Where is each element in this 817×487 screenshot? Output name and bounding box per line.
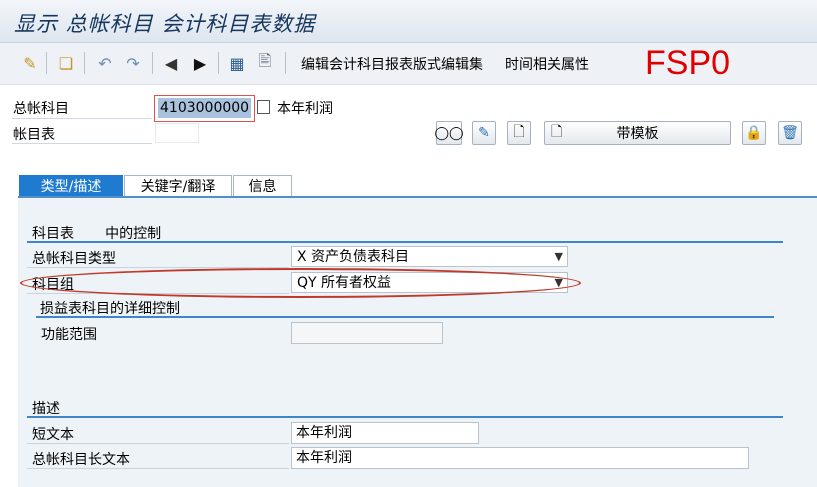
functional-area-label: 功能范围 (41, 327, 97, 343)
tab-type-description[interactable]: 类型/描述 (19, 175, 123, 196)
document-search-icon[interactable]: 🖹 (254, 51, 276, 74)
toolbar-separator (46, 52, 47, 74)
row-divider (27, 468, 289, 469)
row-divider (27, 443, 289, 444)
window-title: 显示 总帐科目 会计科目表数据 (14, 12, 316, 36)
template-document-icon: 🗋 (551, 124, 563, 140)
transaction-code-annotation: FSP0 (645, 44, 731, 82)
section-divider (27, 241, 783, 243)
annotation-oval (20, 268, 581, 298)
toolbar-separator (84, 52, 85, 74)
account-type-value: X 资产负债表科目 (297, 249, 410, 265)
lock-icon[interactable]: 🔒 (742, 121, 766, 145)
section-divider (27, 416, 783, 418)
glasses-icon[interactable]: ◯◯ (434, 121, 464, 145)
long-text-field[interactable]: 本年利润 (291, 447, 749, 469)
toolbar-separator (285, 52, 286, 74)
with-template-button[interactable]: 🗋 带模板 (544, 121, 731, 145)
functional-area-field[interactable] (291, 322, 443, 344)
row-divider (12, 118, 152, 119)
previous-icon[interactable]: ◀ (160, 52, 182, 74)
display-change-icon[interactable]: ✎ (19, 52, 41, 74)
with-template-label: 带模板 (616, 126, 659, 142)
edit-pencil-icon[interactable]: ✎ (472, 121, 496, 145)
short-text-label: 短文本 (32, 427, 74, 443)
copy-icon[interactable] (257, 100, 270, 114)
gl-account-field[interactable]: 4103000000 (158, 98, 251, 118)
gl-account-description: 本年利润 (277, 101, 333, 117)
short-text-field[interactable]: 本年利润 (291, 422, 479, 444)
undo-icon[interactable]: ↶ (94, 52, 116, 74)
create-document-icon[interactable]: 🗋 (507, 121, 531, 145)
chart-of-accounts-label: 帐目表 (13, 127, 55, 143)
edit-set-button[interactable]: 编辑集 (441, 54, 483, 74)
redo-icon[interactable]: ↷ (122, 52, 144, 74)
other-object-icon[interactable]: ❏ (55, 52, 77, 74)
chevron-down-icon: ▼ (554, 250, 563, 263)
description-section-title: 描述 (32, 401, 60, 417)
chart-of-accounts-field[interactable] (155, 123, 199, 143)
display-set-icon[interactable]: ▦ (226, 52, 248, 74)
long-text-label: 总帐科目长文本 (32, 452, 130, 468)
toolbar-separator (218, 52, 219, 74)
control-section-title: 科目表 中的控制 (32, 226, 162, 242)
gl-account-label: 总帐科目 (13, 101, 69, 117)
edit-fs-version-button[interactable]: 编辑会计科目报表版式 (301, 54, 441, 74)
tab-keyword-translation[interactable]: 关键字/翻译 (124, 175, 232, 196)
toolbar-separator (152, 52, 153, 74)
account-type-label: 总帐科目类型 (32, 251, 116, 267)
trash-icon[interactable]: 🗑 (778, 121, 802, 145)
next-icon[interactable]: ▶ (189, 52, 211, 74)
row-divider (12, 143, 152, 144)
account-type-select[interactable]: X 资产负债表科目 ▼ (291, 246, 568, 267)
tab-information[interactable]: 信息 (233, 175, 292, 196)
section-divider (36, 316, 774, 318)
pl-control-section-title: 损益表科目的详细控制 (40, 301, 180, 317)
time-dependent-attributes-button[interactable]: 时间相关属性 (505, 54, 589, 74)
